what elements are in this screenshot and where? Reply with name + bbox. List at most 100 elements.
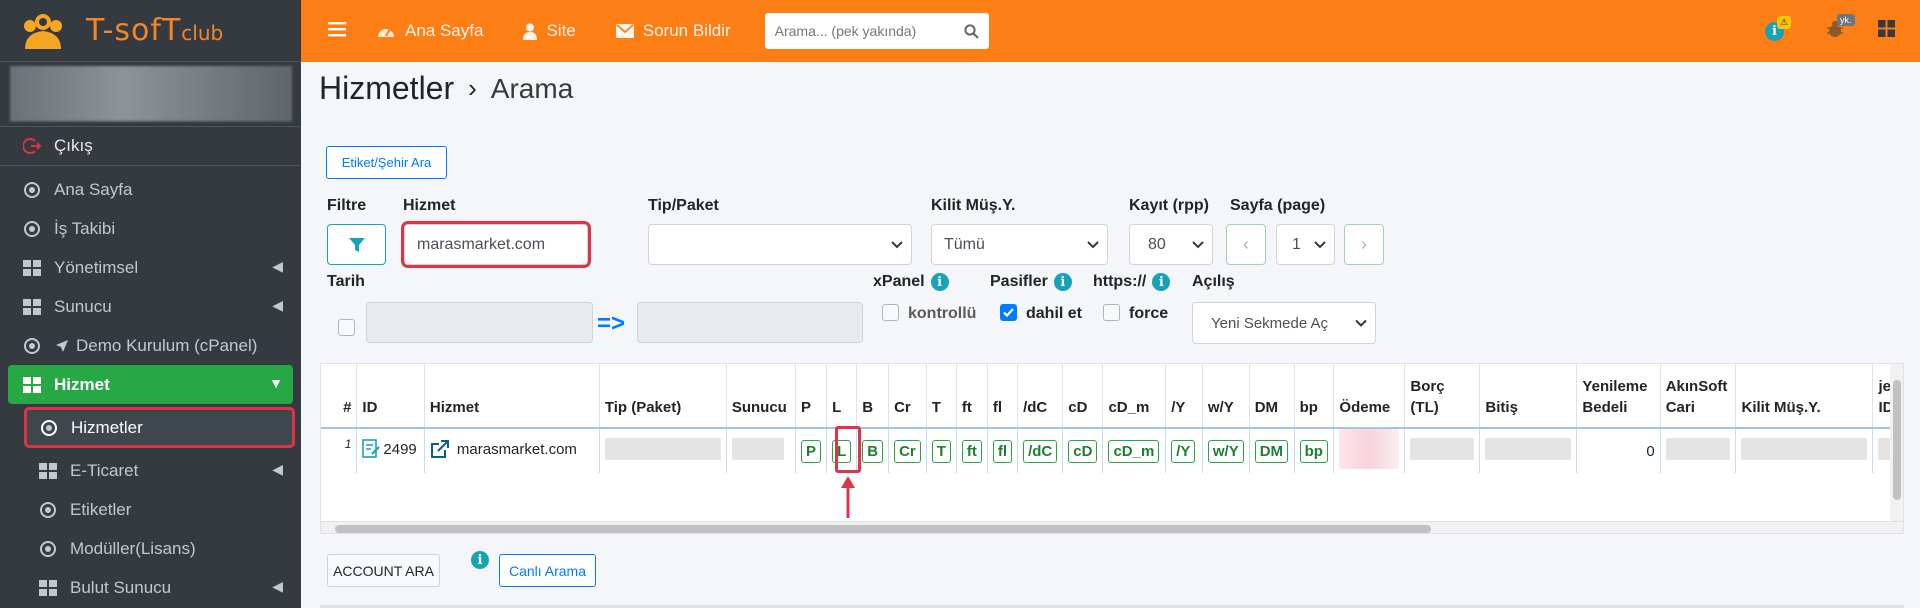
next-page-button[interactable]: › (1344, 224, 1384, 265)
chevron-left-icon: ◀ (272, 258, 283, 274)
tarih-checkbox[interactable] (338, 319, 355, 336)
sidebar-item-label: Hizmetler (71, 417, 143, 437)
sayfa-select[interactable]: 1 (1276, 224, 1335, 265)
row-code-cell: T (926, 428, 957, 473)
apps-grid-icon[interactable] (1878, 20, 1895, 42)
code-button-b[interactable]: B (862, 439, 884, 463)
topbar: Ana Sayfa Site Sorun Bildir i ⚠ yk. (301, 0, 1920, 62)
tarih-label: Tarih (327, 273, 365, 290)
filter-button[interactable] (327, 224, 386, 265)
code-button-dc[interactable]: /dC (1023, 439, 1058, 463)
code-button-dm[interactable]: DM (1254, 439, 1289, 463)
code-button-wy[interactable]: w/Y (1207, 439, 1244, 463)
sidebar-item-e-ticaret[interactable]: E-Ticaret ◀ (8, 451, 293, 490)
sidebar-item-sunucu[interactable]: Sunucu ◀ (8, 287, 293, 326)
code-button-t[interactable]: T (931, 439, 951, 463)
code-button-cr[interactable]: Cr (894, 439, 921, 463)
nav-report-link[interactable]: Sorun Bildir (615, 21, 731, 41)
sidebar-item-yonetimsel[interactable]: Yönetimsel ◀ (8, 248, 293, 287)
vertical-scrollbar[interactable] (1890, 364, 1903, 521)
code-button-p[interactable]: P (801, 439, 822, 463)
filter-icon (348, 237, 365, 252)
chevron-down-icon (1192, 236, 1204, 254)
user-icon (523, 23, 538, 40)
row-hizmet-cell: marasmarket.com (424, 428, 600, 473)
code-button-y[interactable]: /Y (1171, 439, 1196, 463)
up-arrow-icon (841, 476, 855, 518)
acilis-label: Açılış (1192, 273, 1235, 290)
dahil-et-checkbox[interactable] (1000, 304, 1017, 321)
dashboard-icon (378, 28, 394, 37)
tag-city-search-button[interactable]: Etiket/Şehir Ara (326, 146, 447, 179)
kontrollu-checkbox[interactable] (882, 304, 899, 321)
brand[interactable]: T-sofTclub (0, 0, 301, 62)
sidebar-item-hizmetler[interactable]: Hizmetler (24, 407, 295, 448)
table-row: 1 2499 marasmarket.com P L B Cr T ft fl … (321, 428, 1903, 473)
sidebar-item-label: Sunucu (54, 296, 112, 316)
force-checkbox[interactable] (1103, 304, 1120, 321)
row-code-cell: fl (987, 428, 1019, 473)
highlight-l-button (835, 426, 861, 473)
document-edit-icon[interactable] (362, 439, 381, 459)
circle-icon (22, 219, 42, 239)
envelope-icon (615, 24, 634, 38)
sidebar-item-etiketler[interactable]: Etiketler (8, 490, 293, 529)
sidebar-item-bulut-sunucu[interactable]: Bulut Sunucu ◀ (8, 568, 293, 607)
sidebar-item-hizmet[interactable]: Hizmet ▼ (8, 365, 293, 404)
bug-icon[interactable]: yk. (1826, 13, 1855, 43)
nav-home-link[interactable]: Ana Sayfa (376, 21, 483, 41)
logo-icon (20, 8, 66, 54)
horizontal-scrollbar[interactable] (321, 521, 1903, 533)
acilis-select[interactable]: Yeni Sekmede Aç (1192, 302, 1376, 344)
col-header: Ödeme (1333, 364, 1406, 429)
tip-paket-select[interactable] (648, 224, 912, 265)
code-button-cd-m[interactable]: cD_m (1108, 439, 1160, 463)
external-link-icon[interactable] (430, 439, 450, 459)
search-icon[interactable] (964, 23, 979, 39)
info-icon[interactable]: i (1053, 273, 1072, 291)
code-button-cd[interactable]: cD (1068, 439, 1098, 463)
nav-site-link[interactable]: Site (523, 21, 576, 41)
row-code-cell: P (795, 428, 828, 473)
hizmet-input[interactable]: marasmarket.com (401, 221, 591, 268)
https-label: https://i (1093, 273, 1171, 291)
row-code-cell: ft (956, 428, 988, 473)
col-header: B (856, 364, 890, 429)
sidebar-item-ana-sayfa[interactable]: Ana Sayfa (8, 170, 293, 209)
sidebar-item-label: Yönetimsel (54, 257, 139, 277)
canli-arama-button[interactable]: Canlı Arama (499, 554, 596, 587)
info-icon[interactable]: i (930, 273, 949, 291)
chevron-left-icon: ◀ (272, 461, 283, 477)
account-ara-button[interactable]: ACCOUNT ARA (327, 554, 440, 587)
page-title-sub: Arama (490, 72, 574, 104)
force-label: force (1129, 305, 1169, 322)
notification-info-icon[interactable]: i ⚠ (1765, 15, 1792, 41)
hamburger-menu-icon[interactable] (328, 21, 346, 42)
pasifler-label: Pasifler i (990, 273, 1072, 291)
tarih-start-input[interactable] (366, 302, 593, 343)
row-hizmet[interactable]: marasmarket.com (457, 441, 577, 458)
kilit-select[interactable]: Tümü (931, 224, 1108, 265)
kayit-select[interactable]: 80 (1129, 224, 1213, 265)
sidebar-item-is-takibi[interactable]: İş Takibi (8, 209, 293, 248)
row-odeme-cell (1333, 428, 1406, 473)
sidebar-nav: Çıkış Ana Sayfa İş Takibi Yönetimsel ◀ S… (0, 124, 301, 607)
code-button-fl[interactable]: fl (992, 439, 1013, 463)
circle-icon (22, 180, 42, 200)
search-input[interactable] (774, 23, 955, 39)
code-button-bp[interactable]: bp (1299, 439, 1328, 463)
row-code-cell: /dC (1017, 428, 1064, 473)
tarih-end-input[interactable] (637, 302, 863, 343)
col-header: ft (956, 364, 988, 429)
prev-page-button[interactable]: ‹ (1226, 224, 1266, 265)
row-sunucu-cell (726, 428, 797, 473)
sidebar-item-moduller[interactable]: Modüller(Lisans) (8, 529, 293, 568)
code-button-ft[interactable]: ft (961, 439, 982, 463)
kilit-select-value: Tümü (944, 235, 985, 253)
info-icon[interactable]: i (1152, 273, 1171, 291)
sidebar-item-label: Ana Sayfa (54, 179, 133, 199)
sidebar-item-logout[interactable]: Çıkış (0, 126, 301, 166)
row-number: 1 (321, 428, 358, 473)
sidebar-item-demo-kurulum[interactable]: Demo Kurulum (cPanel) (8, 326, 293, 365)
info-icon[interactable]: i (471, 551, 489, 569)
